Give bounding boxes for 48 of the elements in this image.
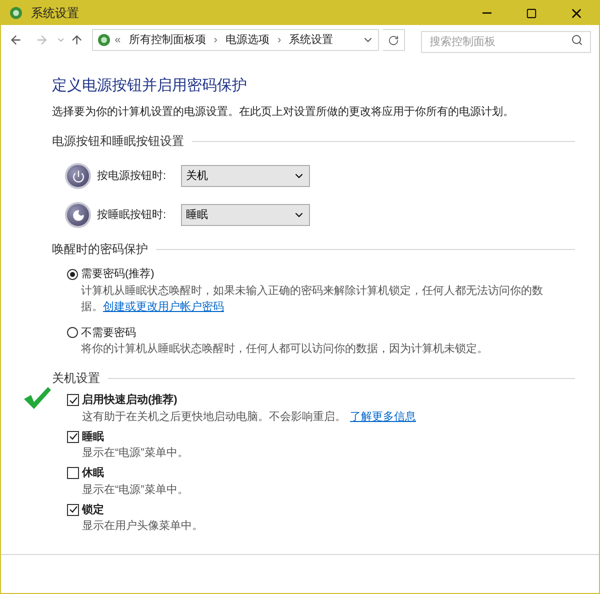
checkbox[interactable] — [67, 430, 79, 443]
option-label: 需要密码(推荐) — [81, 266, 154, 282]
section-title: 电源按钮和睡眠按钮设置 — [52, 133, 184, 150]
page-heading: 定义电源按钮并启用密码保护 — [52, 76, 248, 96]
row-label: 按电源按钮时: — [97, 168, 168, 184]
checkbox-label: 睡眠 — [82, 430, 104, 444]
checkbox-label: 休眠 — [82, 466, 104, 481]
search-field[interactable]: 搜索控制面板 — [420, 31, 591, 53]
checkbox-description: 这有助于在关机之后更快地启动电脑。不会影响重启。 了解更多信息 — [81, 410, 417, 424]
checkbox-description: 显示在用户头像菜单中。 — [81, 518, 204, 534]
search-icon — [571, 34, 583, 46]
window-icon — [9, 6, 23, 20]
breadcrumb-separator: › — [277, 32, 282, 48]
breadcrumb[interactable]: 所有控制面板项 — [128, 32, 206, 48]
radio-button[interactable] — [67, 268, 78, 280]
checkbox-label: 锁定 — [82, 502, 104, 518]
breadcrumb-separator: › — [214, 32, 218, 48]
password-link[interactable]: 创建或更改用户帐户密码 — [103, 300, 224, 312]
checkbox[interactable] — [67, 504, 79, 516]
radio-button[interactable] — [67, 327, 78, 338]
option-label: 不需要密码 — [81, 326, 136, 340]
action-dropdown[interactable]: 关机 — [181, 165, 310, 187]
row-label: 按睡眠按钮时: — [97, 208, 168, 223]
refresh-icon — [388, 34, 399, 46]
learn-more-link[interactable]: 了解更多信息 — [350, 410, 416, 422]
section-title: 唤醒时的密码保护 — [52, 241, 148, 258]
maximize-icon — [526, 8, 537, 18]
address-bar[interactable]: « 所有控制面板项 › 电源选项 › 系统设置 — [92, 29, 380, 51]
page-description: 选择要为你的计算机设置的电源设置。在此页上对设置所做的更改将应用于你所有的电源计划。 — [52, 104, 515, 120]
overflow-chevron[interactable]: « — [114, 32, 121, 48]
back-icon[interactable] — [9, 33, 23, 47]
breadcrumb[interactable]: 系统设置 — [289, 32, 334, 48]
control-panel-icon — [96, 33, 111, 47]
checkbox-description: 显示在“电源”菜单中。 — [81, 446, 190, 461]
moon-icon — [65, 202, 91, 228]
checkbox[interactable] — [67, 394, 79, 406]
breadcrumb[interactable]: 电源选项 — [225, 32, 270, 48]
refresh-button[interactable] — [383, 29, 405, 51]
window-title: 系统设置 — [31, 5, 79, 22]
action-dropdown[interactable]: 睡眠 — [181, 204, 310, 226]
option-description: 将你的计算机从睡眠状态唤醒时，任何人都可以访问你的数据，因为计算机未锁定。 — [80, 342, 489, 357]
checkbox-label: 启用快速启动(推荐) — [82, 392, 178, 408]
section-title: 关机设置 — [52, 370, 100, 387]
checkbox-description: 显示在“电源”菜单中。 — [81, 482, 190, 498]
up-icon[interactable] — [70, 33, 84, 47]
option-description: 计算机从睡眠状态唤醒时，如果未输入正确的密码来解除计算机锁定，任何人都无法访问你的数据。创建或更改用户帐户密码 — [80, 284, 544, 314]
power-icon — [65, 163, 91, 189]
checkbox[interactable] — [67, 467, 79, 480]
